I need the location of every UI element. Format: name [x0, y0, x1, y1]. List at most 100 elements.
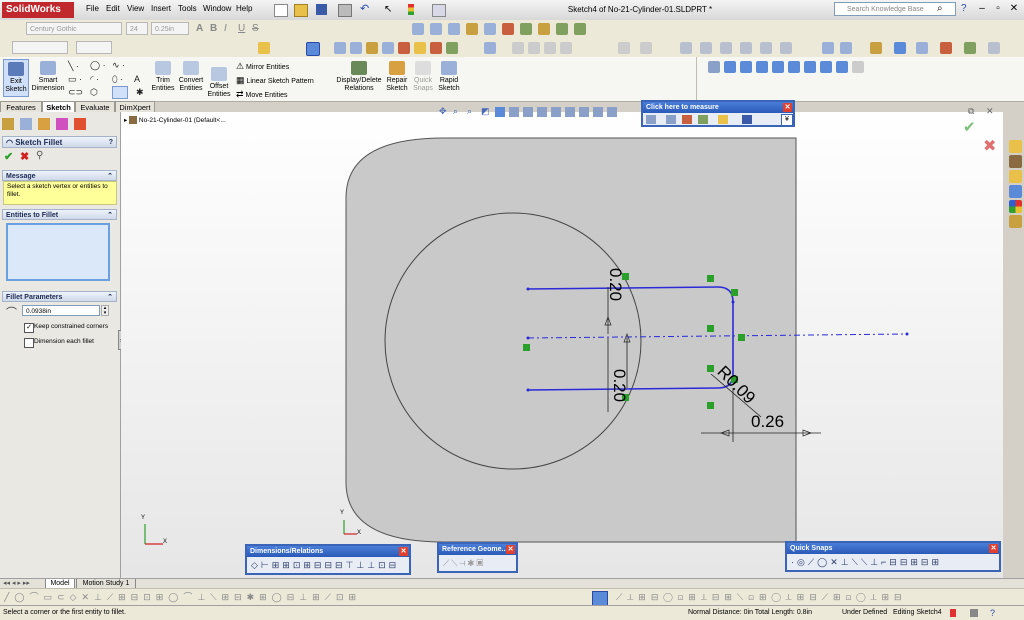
view-palette-icon[interactable]: [1009, 185, 1022, 198]
close-icon[interactable]: ✕: [989, 544, 998, 553]
repair-sketch-button[interactable]: Repair Sketch: [384, 59, 410, 93]
trim-entities-button[interactable]: Trim Entities: [150, 59, 176, 93]
tool-icon[interactable]: [520, 23, 532, 35]
print-icon[interactable]: [338, 4, 352, 17]
expand-icon[interactable]: ▸: [124, 117, 127, 124]
linear-pattern-button[interactable]: ▦ Linear Sketch Pattern: [236, 75, 314, 86]
units-icon[interactable]: [666, 115, 676, 124]
display-relations-button[interactable]: Display/Delete Relations: [336, 59, 382, 93]
view-icon[interactable]: [788, 61, 800, 73]
rapid-sketch-button[interactable]: Rapid Sketch: [436, 59, 462, 93]
offset-entities-button[interactable]: Offset Entities: [207, 67, 231, 99]
tool-icon[interactable]: [382, 42, 394, 54]
tool-icon[interactable]: [258, 42, 270, 54]
view-icon[interactable]: [852, 61, 864, 73]
relation-marker[interactable]: [707, 275, 714, 282]
tool-icon[interactable]: [484, 23, 496, 35]
apply-scene-icon[interactable]: [551, 107, 561, 117]
rectangle-icon[interactable]: ▭ ·: [68, 74, 82, 85]
strikethrough-button[interactable]: S: [252, 23, 259, 34]
tool-icon[interactable]: [414, 42, 426, 54]
select-filter-icon[interactable]: [618, 42, 630, 54]
smart-dimension-button[interactable]: Smart Dimension: [31, 59, 65, 93]
circle-icon[interactable]: ◯ ·: [90, 60, 106, 71]
zoom-area-icon[interactable]: ⌕: [453, 106, 458, 117]
tool-icon[interactable]: [574, 23, 586, 35]
tool-icon[interactable]: [502, 23, 514, 35]
view-icon[interactable]: [607, 107, 617, 117]
view-icon[interactable]: [724, 61, 736, 73]
exit-sketch-button[interactable]: Exit Sketch: [3, 59, 29, 97]
line-icon[interactable]: ╲ ·: [68, 61, 79, 72]
display-manager-icon[interactable]: [74, 118, 86, 130]
options-icon[interactable]: [432, 4, 446, 17]
dimensions-toolbar-title[interactable]: Dimensions/Relations ✕: [247, 546, 409, 557]
tool-icon[interactable]: [430, 42, 442, 54]
relation-marker[interactable]: [707, 365, 714, 372]
previous-view-icon[interactable]: ⌕: [467, 106, 472, 117]
units-icon[interactable]: [970, 609, 978, 617]
reference-tools[interactable]: ⟋⟍⊣✱▣: [443, 558, 513, 569]
rebuild-icon[interactable]: [408, 4, 414, 15]
property-manager-icon[interactable]: [20, 118, 32, 130]
view-icon[interactable]: [820, 61, 832, 73]
view-icon[interactable]: [756, 61, 768, 73]
help-icon[interactable]: ?: [109, 137, 113, 148]
tab-evaluate[interactable]: Evaluate: [75, 101, 115, 112]
view-icon[interactable]: [740, 61, 752, 73]
collapse-icon[interactable]: ⌃: [107, 210, 113, 221]
active-tool-icon[interactable]: [592, 591, 608, 606]
custom-properties-icon[interactable]: [1009, 215, 1022, 228]
view-orientation-icon[interactable]: [870, 42, 882, 54]
zoom-fit-icon[interactable]: ✥: [439, 106, 447, 117]
design-library-icon[interactable]: [1009, 155, 1022, 168]
tool-icon[interactable]: [446, 42, 458, 54]
point-to-point-icon[interactable]: [698, 115, 708, 124]
bold-button[interactable]: B: [210, 23, 217, 34]
menu-file[interactable]: File: [86, 4, 99, 13]
rebuild-status-icon[interactable]: [950, 609, 956, 617]
entities-header[interactable]: Entities to Fillet ⌃: [2, 209, 117, 220]
appearances-icon[interactable]: [1009, 200, 1022, 213]
appearance-icon[interactable]: [940, 42, 952, 54]
radius-field[interactable]: 0.0938in: [22, 305, 100, 316]
menu-tools[interactable]: Tools: [178, 4, 197, 13]
display-style-icon[interactable]: [894, 42, 906, 54]
tab-sketch[interactable]: Sketch: [42, 101, 75, 112]
scroll-arrows[interactable]: ◂◂ ◂ ▸ ▸▸: [3, 579, 30, 587]
keep-visible-icon[interactable]: ⚲: [36, 150, 43, 161]
zoom-icon[interactable]: [822, 42, 834, 54]
close-icon[interactable]: ✕: [399, 547, 408, 556]
dimension-top[interactable]: 0.20: [605, 268, 625, 301]
display-style-icon[interactable]: [509, 107, 519, 117]
tool-icon[interactable]: [556, 23, 568, 35]
dimension-width[interactable]: 0.26: [751, 412, 784, 432]
file-explorer-icon[interactable]: [1009, 170, 1022, 183]
view-icon[interactable]: [448, 23, 460, 35]
relation-marker[interactable]: [523, 344, 530, 351]
viewport-restore-icon[interactable]: ⧉: [968, 106, 974, 117]
scene-icon[interactable]: [964, 42, 976, 54]
menu-help[interactable]: Help: [236, 4, 252, 13]
text-icon[interactable]: A: [134, 74, 140, 84]
view-icon[interactable]: [836, 61, 848, 73]
undo-icon[interactable]: ↶: [360, 4, 372, 15]
sketch-point[interactable]: [526, 287, 530, 291]
quick-snaps-toolbar-title[interactable]: Quick Snaps ✕: [787, 543, 999, 554]
measure-toolbar-title[interactable]: Click here to measure ✕: [643, 102, 793, 113]
dimension-tools[interactable]: ◇⊢⊞⊞⊡⊞⊟⊟⊟⊤⊥⊥⊡⊟: [251, 560, 401, 571]
menu-window[interactable]: Window: [203, 4, 231, 13]
point-icon[interactable]: ✱: [136, 87, 144, 98]
tool-icon[interactable]: [528, 42, 540, 54]
close-icon[interactable]: ✕: [506, 545, 515, 554]
dimxpert-icon[interactable]: [56, 118, 68, 130]
new-icon[interactable]: [274, 4, 288, 17]
sketch-fillet-icon[interactable]: [112, 86, 128, 99]
view-orientation-icon[interactable]: [495, 107, 505, 117]
select-icon[interactable]: ↖: [384, 4, 394, 15]
polygon-icon[interactable]: ⬡: [90, 87, 98, 98]
restore-button[interactable]: ▫: [991, 3, 1005, 15]
tool-icon[interactable]: [780, 42, 792, 54]
minimize-button[interactable]: –: [975, 3, 989, 15]
help-icon[interactable]: ?: [961, 3, 967, 14]
